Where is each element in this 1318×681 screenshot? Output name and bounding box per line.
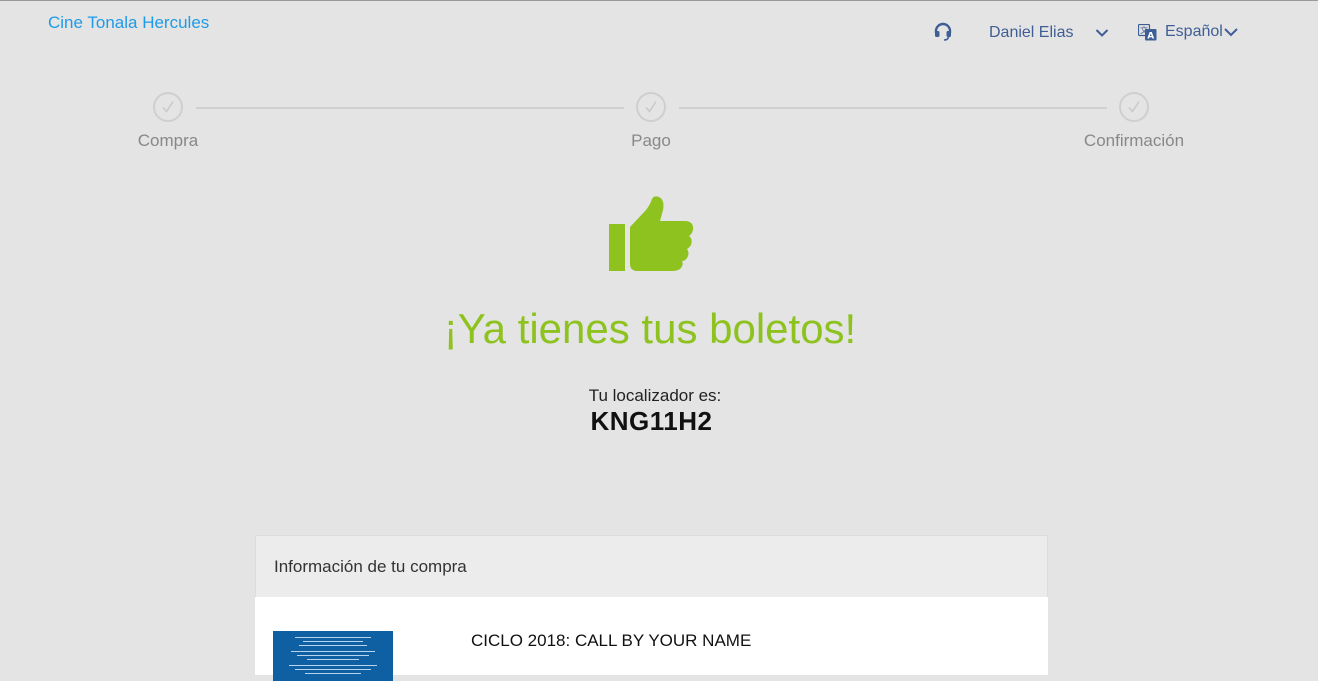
purchase-info-card: Información de tu compra CICLO 2018: CAL… bbox=[255, 535, 1048, 681]
movie-poster bbox=[273, 631, 393, 681]
stepper-connector bbox=[679, 107, 1107, 109]
step-label-pago: Pago bbox=[631, 131, 671, 150]
movie-title: CICLO 2018: CALL BY YOUR NAME bbox=[471, 631, 752, 650]
purchase-info-header: Información de tu compra bbox=[255, 535, 1048, 597]
success-title: ¡Ya tienes tus boletos! bbox=[443, 305, 857, 352]
step-label-compra: Compra bbox=[137, 131, 199, 150]
language-menu[interactable]: 文 A Español bbox=[1138, 21, 1239, 43]
language-label: Español bbox=[1165, 23, 1223, 40]
stepper-connector bbox=[196, 107, 624, 109]
thumbs-up-icon bbox=[609, 196, 694, 271]
chevron-down-icon bbox=[1224, 28, 1238, 37]
user-name: Daniel Elias bbox=[989, 24, 1074, 41]
locator-label: Tu localizador es: bbox=[588, 386, 722, 405]
check-icon bbox=[1128, 101, 1140, 113]
user-menu[interactable]: Daniel Elias bbox=[989, 22, 1109, 44]
headset-icon[interactable] bbox=[933, 22, 953, 42]
step-pago-indicator bbox=[636, 92, 666, 122]
check-icon bbox=[162, 101, 174, 113]
step-compra-indicator bbox=[153, 92, 183, 122]
step-confirmacion-indicator bbox=[1119, 92, 1149, 122]
chevron-down-icon bbox=[1095, 29, 1109, 37]
locator-code: KNG11H2 bbox=[590, 406, 713, 436]
check-icon bbox=[645, 101, 657, 113]
brand-link[interactable]: Cine Tonala Hercules bbox=[48, 13, 209, 33]
svg-text:A: A bbox=[1147, 31, 1154, 41]
step-label-confirmacion: Confirmación bbox=[1083, 131, 1185, 150]
translate-icon: 文 A bbox=[1138, 23, 1157, 41]
